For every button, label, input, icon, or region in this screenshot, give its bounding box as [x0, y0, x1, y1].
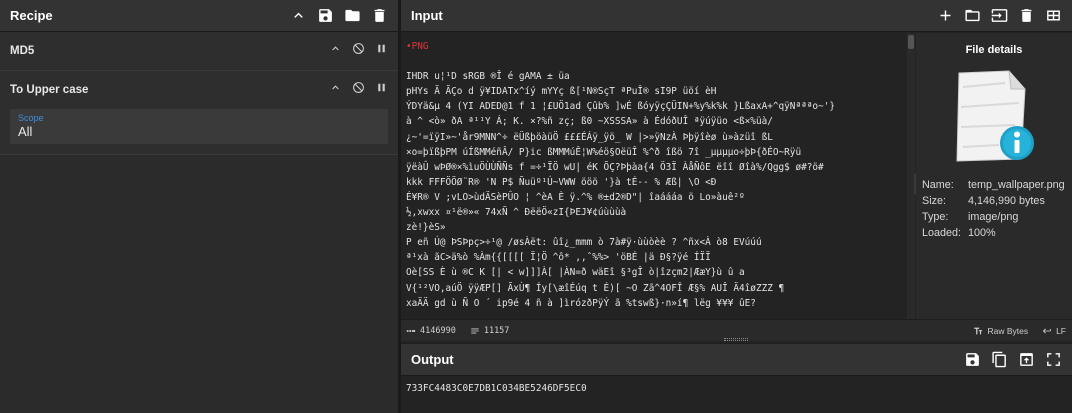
pause-icon[interactable] [375, 42, 388, 60]
file-info-icon [949, 67, 1039, 172]
input-line: zè!}èS» [406, 222, 446, 234]
length-icon [406, 329, 416, 332]
recipe-pane: Recipe MD5 To Upper case Scope All [0, 0, 398, 413]
chevron-up-icon[interactable] [289, 7, 307, 25]
detail-row-name: Name: temp_wallpaper.png [922, 179, 1065, 191]
input-titlebar: Input [401, 0, 1072, 32]
output-text[interactable]: 733FC4483C0E7DB1C034BE5246DF5EC0 [401, 376, 1072, 401]
input-pane: Input •PNG IHDR u¦¹D sRGB ®Î é gAMA ± üa… [401, 0, 1072, 343]
recipe-titlebar: Recipe [0, 0, 398, 32]
input-line [406, 54, 911, 69]
open-folder-icon[interactable] [963, 7, 981, 25]
detail-row-type: Type: image/png [922, 211, 1019, 223]
lines-icon [471, 328, 479, 333]
input-line: ÿëàÛ wÞØ®×%ìuÖÙÙÑÑs f =÷¹ÏÖ wU| éK ÕÇ?Þþ… [406, 161, 824, 173]
scope-field[interactable]: Scope All [10, 109, 388, 144]
input-line: ¿~'=ïÿI»~'år9MNN^÷ ëÜßþöàüÖ £££ÉÁÿ_ÿö_ W… [406, 131, 773, 143]
trash-icon[interactable] [1017, 7, 1035, 25]
input-line: pHYs Ã ÃÇo d ÿ¥IDATx^íý mYYç ß[¹N®SçT ªP… [406, 86, 717, 98]
return-icon [1042, 328, 1051, 333]
pause-icon[interactable] [375, 81, 388, 99]
trash-icon[interactable] [370, 7, 388, 25]
layout-icon[interactable] [1044, 7, 1062, 25]
scope-label: Scope [18, 113, 44, 123]
input-line: ½,xwxx ¤¹ë®»« 74xÑ ^ ÐëëÖ«zI{ÞEJ¥¢úùùùà [406, 207, 627, 219]
text-format-icon [974, 327, 983, 334]
output-pane: Output 733FC4483C0E7DB1C034BE5246DF5EC0 [401, 344, 1072, 413]
input-text-area[interactable]: •PNG IHDR u¦¹D sRGB ®Î é gAMA ± üa pHYs … [401, 33, 915, 319]
replace-input-icon[interactable] [1017, 351, 1035, 369]
input-line: ª¹xà ãC>ä%ò %Àm{{[[[[ Ï¦Ö ^ô* ,,ˆ%%> 'öB… [406, 252, 711, 264]
eol-selector[interactable]: LF [1042, 326, 1066, 336]
input-line: •PNG [406, 41, 429, 52]
scrollbar-thumb[interactable] [908, 35, 914, 49]
input-line: kkk FFFÖÖØ¨R® 'N P$ Ñuüº¹Ú~VWW ööö '}à t… [406, 176, 717, 188]
input-title: Input [411, 8, 443, 23]
recipe-title: Recipe [10, 8, 53, 23]
folder-icon[interactable] [343, 7, 361, 25]
plus-icon[interactable] [936, 7, 954, 25]
file-details-title: File details [965, 44, 1023, 56]
file-details-panel: File details Name: temp_wallpaper.png Siz… [916, 33, 1072, 319]
length-stat: 4146990 [406, 326, 456, 336]
maximize-icon[interactable] [1044, 351, 1062, 369]
encoding-selector[interactable]: Raw Bytes [973, 326, 1028, 336]
input-line: P eñ Ú@ ÞSÞpç>÷¹@ /øsÀët: ûî¿_mmm ò 7à#ÿ… [406, 237, 762, 249]
output-title: Output [411, 352, 454, 367]
input-line: Oè[SS È ù ®C K [| < w]]]À[ |ÀN=ð wäEî §³… [406, 267, 745, 279]
detail-row-loaded: Loaded: 100% [922, 227, 996, 239]
operation-name: To Upper case [10, 84, 89, 96]
input-line: IHDR u¦¹D sRGB ®Î é gAMA ± üa [406, 71, 570, 83]
input-binary-content: •PNG IHDR u¦¹D sRGB ®Î é gAMA ± üa pHYs … [406, 39, 911, 311]
operation-name: MD5 [10, 45, 35, 57]
disable-icon[interactable] [352, 81, 365, 99]
horizontal-splitter[interactable] [401, 337, 1072, 343]
disable-icon[interactable] [352, 42, 365, 60]
input-line: V{¹²VO,aúÖ ÿÿÆP[] ÃxÙ¶ Íy[\æîÉúq t É)[ ~… [406, 282, 785, 294]
input-line: É¥R® V ;vLO>ùdÄSèPÛO ¦ ^èA È ÿ.^% ®±d2®D… [406, 191, 745, 203]
chevron-up-icon[interactable] [329, 42, 342, 60]
output-titlebar: Output [401, 344, 1072, 376]
operation-md5[interactable]: MD5 [0, 32, 398, 71]
input-line: xaÄÄ gd ù Ñ O ´ ip9é 4 ñ à ]ìrózðPÿÝ ã %… [406, 297, 756, 309]
save-icon[interactable] [316, 7, 334, 25]
save-icon[interactable] [963, 351, 981, 369]
input-line: à ^ <ò» ðA ª¹¹Y Á; K. ×?%ñ zç; ß0 ~XSSSA… [406, 116, 773, 128]
input-icon[interactable] [990, 7, 1008, 25]
copy-icon[interactable] [990, 351, 1008, 369]
detail-row-size: Size: 4,146,990 bytes [922, 195, 1045, 207]
scope-value[interactable]: All [18, 124, 380, 139]
lines-stat: 11157 [470, 326, 509, 336]
input-line: ×o=þïßþPM úÍßMMéñÂ/ P}ic ßMMMúÊ¦W%éö§Oëü… [406, 146, 802, 158]
input-line: ÝDYä&µ 4 (YI ADED@1 f 1 ¦£UÖ1ad Çûb% ]wÉ… [406, 101, 835, 113]
chevron-up-icon[interactable] [329, 81, 342, 99]
splitter-grip[interactable] [724, 338, 748, 341]
operation-to-upper-case[interactable]: To Upper case Scope All [0, 71, 398, 155]
